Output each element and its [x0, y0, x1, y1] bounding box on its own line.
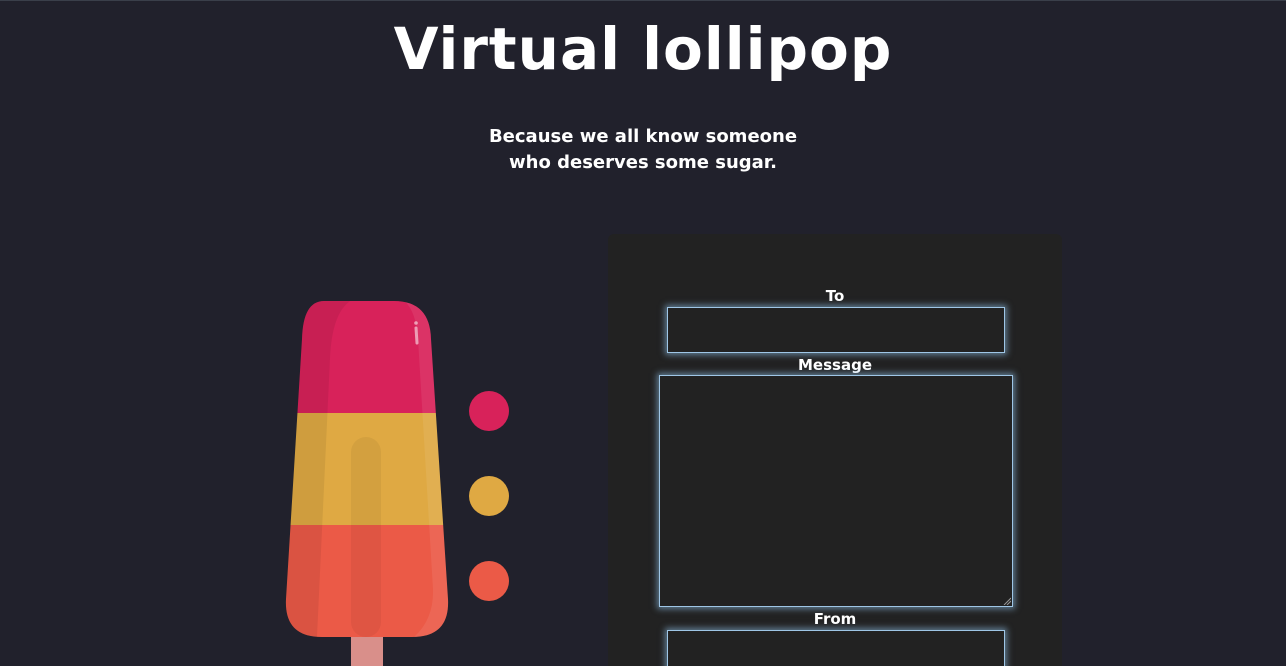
subtitle-line-1: Because we all know someone — [488, 126, 798, 147]
to-label: To — [825, 287, 845, 305]
message-form-panel: To Message From — [608, 234, 1062, 666]
page-subtitle: Because we all know someone who deserves… — [0, 124, 1286, 176]
subtitle-line-2: who deserves some sugar. — [509, 152, 777, 173]
color-swatch-orange[interactable] — [469, 561, 509, 601]
lollipop-illustration — [284, 299, 450, 666]
from-label: From — [813, 610, 857, 628]
color-swatch-pink[interactable] — [469, 391, 509, 431]
to-input[interactable] — [667, 307, 1005, 353]
message-label: Message — [798, 356, 872, 374]
resize-handle-icon[interactable] — [1003, 597, 1011, 605]
message-textarea-wrapper — [659, 375, 1013, 607]
message-textarea[interactable] — [659, 375, 1013, 607]
page-title: Virtual lollipop — [393, 15, 893, 83]
color-swatch-yellow[interactable] — [469, 476, 509, 516]
from-input[interactable] — [667, 630, 1005, 666]
